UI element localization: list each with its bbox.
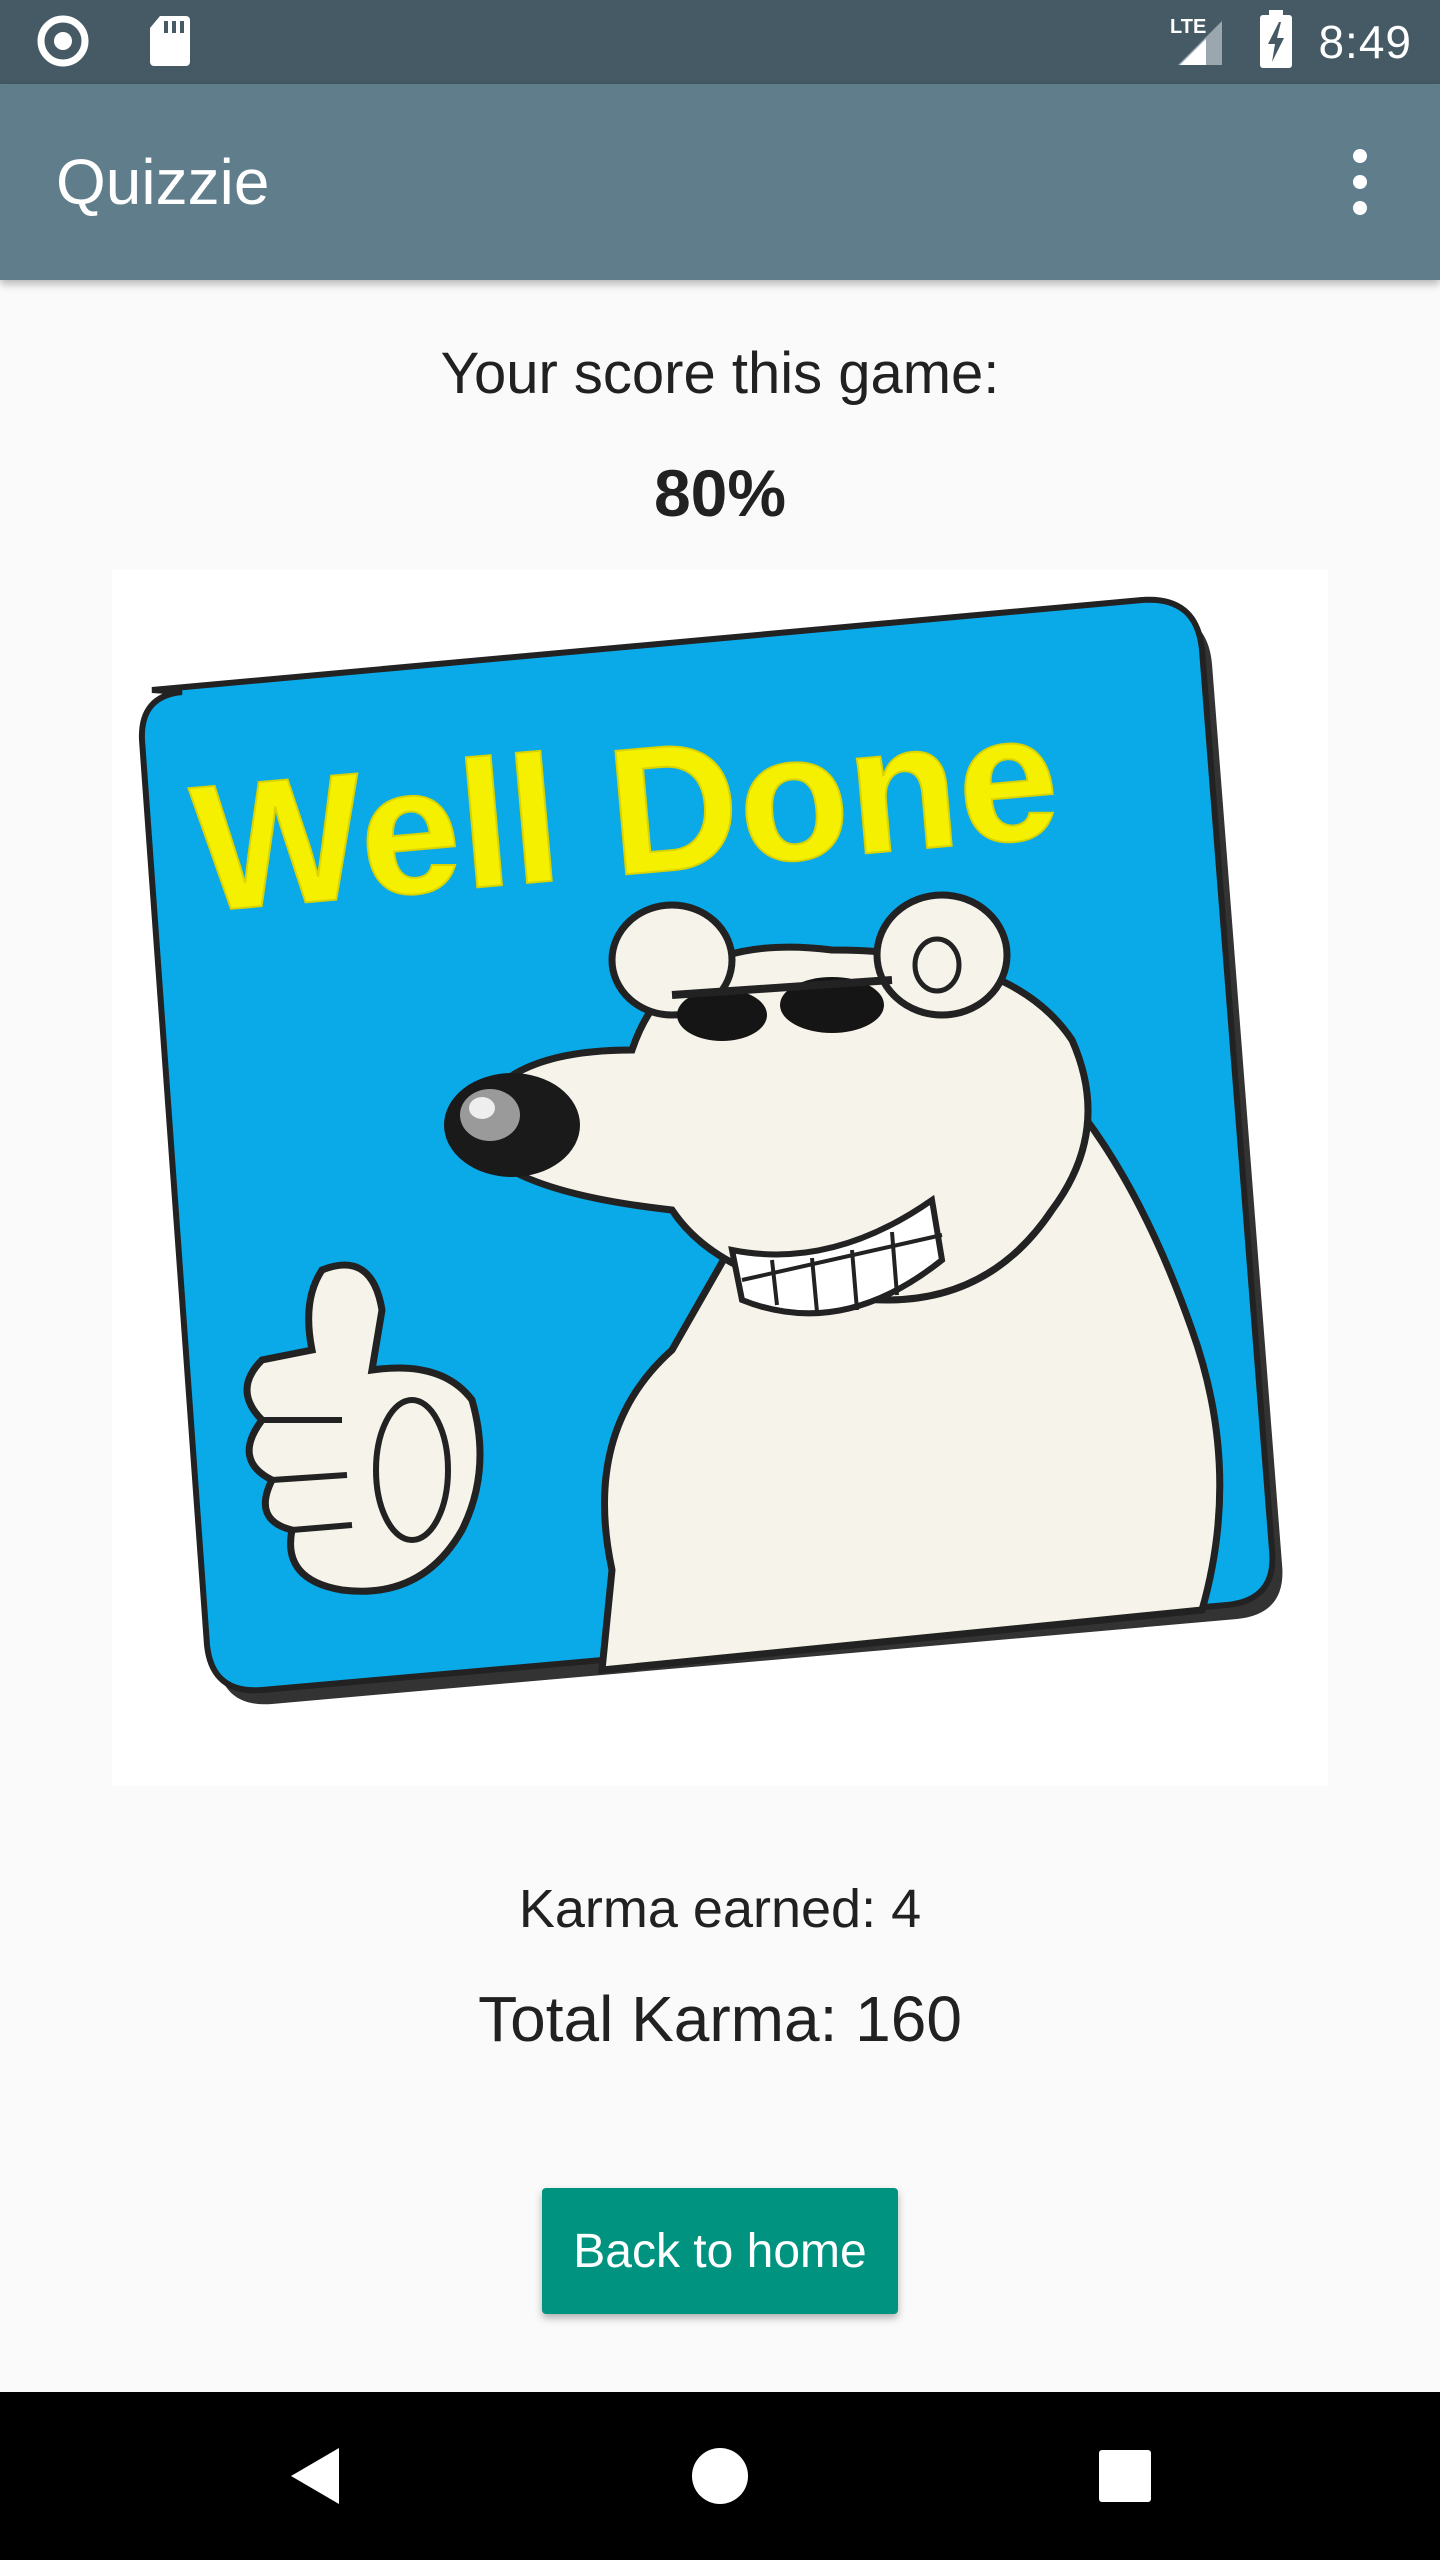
back-to-home-button[interactable]: Back to home	[542, 2188, 898, 2314]
app-title: Quizzie	[56, 146, 270, 218]
recents-icon[interactable]	[1075, 2426, 1175, 2526]
karma-earned-text: Karma earned: 4	[518, 1879, 922, 1939]
status-bar: LTE 8:49	[0, 0, 1440, 84]
system-navigation-bar	[0, 2392, 1440, 2560]
battery-charging-icon	[1258, 9, 1294, 75]
back-icon[interactable]	[265, 2426, 365, 2526]
overflow-menu-icon[interactable]	[1320, 142, 1400, 222]
sd-card-icon	[148, 14, 192, 73]
signal-icon: LTE	[1168, 13, 1234, 72]
notification-circle-icon	[36, 14, 90, 73]
well-done-image: Well Done	[112, 570, 1328, 1786]
score-value: 80%	[653, 456, 787, 530]
network-type-label: LTE	[1170, 16, 1206, 38]
app-bar: Quizzie	[0, 84, 1440, 280]
home-icon[interactable]	[670, 2426, 770, 2526]
status-time: 8:49	[1318, 16, 1412, 68]
score-label: Your score this game:	[440, 341, 1000, 406]
total-karma-text: Total Karma: 160	[478, 1983, 962, 2055]
